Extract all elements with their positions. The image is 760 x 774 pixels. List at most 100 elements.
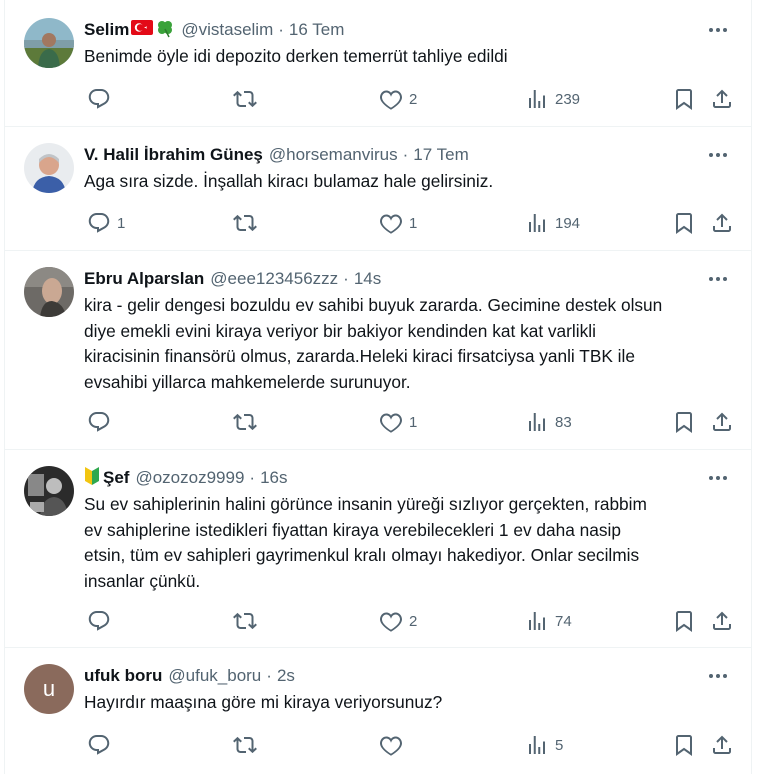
tweet-ebru[interactable]: Ebru Alparslan @eee123456zzz · 14s kira … xyxy=(4,251,752,450)
author-name[interactable]: Selim xyxy=(84,20,129,40)
share-icon xyxy=(710,211,734,235)
views-button[interactable]: 74 xyxy=(525,606,572,636)
tweet-text: Hayırdır maaşına göre mi kiraya veriyors… xyxy=(84,692,443,712)
bookmark-button[interactable] xyxy=(672,84,696,114)
views-count: 239 xyxy=(555,90,581,108)
bookmark-button[interactable] xyxy=(672,606,696,636)
author-handle[interactable]: @eee123456zzz xyxy=(210,269,338,289)
like-count: 2 xyxy=(409,612,418,630)
like-count: 1 xyxy=(409,413,418,431)
bookmark-icon xyxy=(672,87,696,111)
share-icon xyxy=(710,410,734,434)
reply-icon xyxy=(87,211,111,235)
author-handle[interactable]: @horsemanvirus xyxy=(269,145,398,165)
like-count: 2 xyxy=(409,90,418,108)
more-options-icon[interactable] xyxy=(706,267,730,291)
reply-button[interactable]: 1 xyxy=(87,208,125,238)
bookmark-button[interactable] xyxy=(672,407,696,437)
reply-button[interactable] xyxy=(87,407,117,437)
like-icon xyxy=(379,609,403,633)
author-name[interactable]: V. Halil İbrahim Güneş xyxy=(84,145,263,165)
tweet-selim[interactable]: Selim @vistaselim · 16 Tem Benimde öyle … xyxy=(4,0,752,127)
views-count: 74 xyxy=(555,612,572,630)
retweet-icon xyxy=(233,410,257,434)
retweet-button[interactable] xyxy=(233,84,263,114)
more-options-icon[interactable] xyxy=(706,664,730,688)
bookmark-icon xyxy=(672,410,696,434)
author-name[interactable]: Ebru Alparslan xyxy=(84,269,204,289)
author-handle[interactable]: @ufuk_boru xyxy=(168,666,261,686)
reply-button[interactable] xyxy=(87,730,117,760)
timestamp[interactable]: 14s xyxy=(354,269,381,289)
reply-icon xyxy=(87,609,111,633)
like-button[interactable] xyxy=(379,730,409,760)
views-icon xyxy=(525,410,549,434)
bookmark-icon xyxy=(672,211,696,235)
retweet-icon xyxy=(233,733,257,757)
share-button[interactable] xyxy=(710,208,734,238)
avatar[interactable] xyxy=(24,18,74,68)
author-handle[interactable]: @vistaselim xyxy=(181,20,273,40)
retweet-icon xyxy=(233,609,257,633)
more-options-icon[interactable] xyxy=(706,18,730,42)
retweet-button[interactable] xyxy=(233,730,263,760)
retweet-button[interactable] xyxy=(233,407,263,437)
like-button[interactable]: 1 xyxy=(379,407,417,437)
separator: · xyxy=(278,20,284,39)
views-icon xyxy=(525,211,549,235)
more-options-icon[interactable] xyxy=(706,466,730,490)
share-button[interactable] xyxy=(710,407,734,437)
more-options-icon[interactable] xyxy=(706,143,730,167)
reply-button[interactable] xyxy=(87,606,117,636)
avatar[interactable] xyxy=(24,466,74,516)
bookmark-icon xyxy=(672,733,696,757)
action-bar: 5 xyxy=(84,730,754,760)
share-icon xyxy=(710,87,734,111)
action-bar: 1 83 xyxy=(84,407,754,437)
reply-button[interactable] xyxy=(87,84,117,114)
bookmark-button[interactable] xyxy=(672,730,696,760)
separator: · xyxy=(249,468,256,487)
retweet-icon xyxy=(233,211,257,235)
timestamp[interactable]: 2s xyxy=(277,666,295,686)
share-button[interactable] xyxy=(710,606,734,636)
timestamp[interactable]: 17 Tem xyxy=(413,145,468,165)
views-button[interactable]: 83 xyxy=(525,407,572,437)
like-button[interactable]: 1 xyxy=(379,208,417,238)
like-icon xyxy=(379,211,403,235)
views-button[interactable]: 194 xyxy=(525,208,580,238)
author-name[interactable]: Şef xyxy=(103,468,129,488)
tweet-text: kira - gelir dengesi bozuldu ev sahibi b… xyxy=(84,295,663,392)
reply-count: 1 xyxy=(117,214,126,232)
bookmark-button[interactable] xyxy=(672,208,696,238)
avatar[interactable] xyxy=(24,267,74,317)
share-button[interactable] xyxy=(710,84,734,114)
separator: · xyxy=(266,666,272,685)
timestamp[interactable]: 16s xyxy=(260,468,287,488)
four-leaf-clover-emoji xyxy=(155,18,175,43)
retweet-button[interactable] xyxy=(233,208,263,238)
like-button[interactable]: 2 xyxy=(379,606,417,636)
retweet-button[interactable] xyxy=(233,606,263,636)
avatar[interactable] xyxy=(24,143,74,193)
reply-icon xyxy=(87,410,111,434)
tweet-text: Benimde öyle idi depozito derken temerrü… xyxy=(84,46,508,66)
share-button[interactable] xyxy=(710,730,734,760)
views-button[interactable]: 5 xyxy=(525,730,563,760)
avatar[interactable]: u xyxy=(24,664,74,714)
like-button[interactable]: 2 xyxy=(379,84,417,114)
views-count: 5 xyxy=(555,736,564,754)
views-icon xyxy=(525,609,549,633)
author-handle[interactable]: @ozozoz9999 xyxy=(135,468,244,488)
tweet-sef[interactable]: Şef @ozozoz9999 · 16s Su ev sahiplerinin… xyxy=(4,450,752,648)
timestamp[interactable]: 16 Tem xyxy=(289,20,344,40)
tweet-halil[interactable]: V. Halil İbrahim Güneş @horsemanvirus · … xyxy=(4,127,752,251)
reply-icon xyxy=(87,733,111,757)
author-name[interactable]: ufuk boru xyxy=(84,666,162,686)
like-icon xyxy=(379,87,403,111)
action-bar: 2 74 xyxy=(84,606,754,636)
action-bar: 1 1 194 xyxy=(84,208,754,238)
tweet-ufuk[interactable]: u ufuk boru @ufuk_boru · 2s Hayırdır maa… xyxy=(4,648,752,774)
views-button[interactable]: 239 xyxy=(525,84,580,114)
views-count: 194 xyxy=(555,214,581,232)
